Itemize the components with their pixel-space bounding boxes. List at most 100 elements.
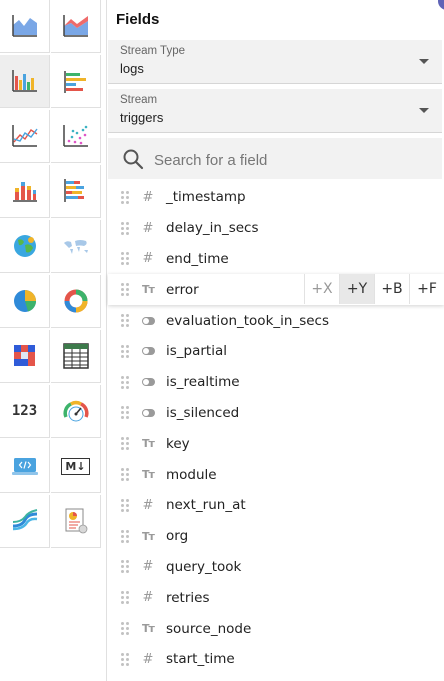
chart-type-gauge[interactable]	[51, 385, 101, 438]
drag-handle-icon[interactable]	[121, 591, 131, 605]
area-chart-icon	[11, 15, 37, 37]
text-type-icon: Tт	[142, 437, 155, 451]
add-y-button[interactable]: +Y	[339, 274, 374, 305]
chart-type-metric[interactable]: 123	[0, 385, 50, 438]
number-type-icon: #	[142, 559, 154, 575]
chart-type-html[interactable]	[0, 440, 50, 493]
area-stacked-icon	[62, 15, 88, 37]
chart-type-area[interactable]	[0, 0, 50, 53]
scatter-chart-icon	[62, 125, 88, 147]
chart-type-markdown[interactable]: M↓	[51, 440, 101, 493]
add-filter-button[interactable]: +F	[409, 274, 444, 305]
field-row[interactable]: # delay_in_secs	[108, 213, 444, 244]
chart-type-line[interactable]	[0, 110, 50, 163]
search-input[interactable]	[152, 147, 426, 173]
sankey-icon	[12, 509, 37, 531]
chart-type-h-bar[interactable]	[51, 55, 101, 108]
field-row[interactable]: Tт org	[108, 521, 444, 552]
avatar	[438, 0, 444, 10]
field-row[interactable]: # end_time	[108, 244, 444, 275]
custom-chart-icon	[65, 508, 87, 534]
field-name: source_node	[166, 620, 252, 637]
chart-type-sankey[interactable]	[0, 495, 50, 548]
drag-handle-icon[interactable]	[121, 560, 131, 574]
chart-type-geomap[interactable]	[0, 220, 50, 273]
drag-handle-icon[interactable]	[121, 468, 131, 482]
world-map-icon	[63, 240, 88, 254]
field-name: retries	[166, 589, 210, 606]
chart-type-bar[interactable]	[0, 55, 50, 108]
drag-handle-icon[interactable]	[121, 190, 131, 204]
add-breakdown-button[interactable]: +B	[374, 274, 409, 305]
chevron-down-icon	[419, 108, 429, 113]
pie-chart-icon	[13, 290, 36, 312]
stream-type-label: Stream Type	[120, 45, 185, 57]
field-name: end_time	[166, 250, 229, 267]
chart-type-table[interactable]	[51, 330, 101, 383]
text-type-icon: Tт	[142, 468, 155, 482]
field-row[interactable]: # next_run_at	[108, 490, 444, 521]
boolean-type-icon	[140, 347, 156, 356]
chart-type-custom-chart[interactable]	[51, 495, 101, 548]
chart-type-donut[interactable]	[51, 275, 101, 328]
axis-buttons: +X +Y +B +F	[304, 274, 444, 305]
chart-type-area-stacked[interactable]	[51, 0, 101, 53]
drag-handle-icon[interactable]	[121, 498, 131, 512]
field-row[interactable]: # retries	[108, 582, 444, 613]
field-name: error	[166, 281, 199, 298]
stream-select[interactable]: Stream triggers	[108, 89, 442, 133]
horizontal-stacked-icon	[63, 179, 84, 202]
number-type-icon: #	[142, 497, 154, 513]
chart-type-scatter[interactable]	[51, 110, 101, 163]
field-row[interactable]: # query_took	[108, 552, 444, 583]
drag-handle-icon[interactable]	[121, 622, 131, 636]
markdown-icon: M↓	[61, 457, 90, 475]
drag-handle-icon[interactable]	[121, 437, 131, 451]
field-row[interactable]: # start_time	[108, 644, 444, 675]
chart-type-heatmap[interactable]	[0, 330, 50, 383]
chart-type-maps[interactable]	[51, 220, 101, 273]
chart-type-h-stacked[interactable]	[51, 165, 101, 218]
number-type-icon: #	[142, 590, 154, 606]
field-row[interactable]: Tт module	[108, 459, 444, 490]
drag-handle-icon[interactable]	[121, 314, 131, 328]
boolean-type-icon	[140, 316, 156, 325]
field-row[interactable]: # _timestamp	[108, 182, 444, 213]
field-row[interactable]: Tт key	[108, 428, 444, 459]
field-name: module	[166, 466, 217, 483]
field-name: start_time	[166, 651, 235, 668]
number-type-icon: #	[142, 189, 154, 205]
stream-type-select[interactable]: Stream Type logs	[108, 40, 442, 84]
field-name: is_silenced	[166, 404, 240, 421]
text-type-icon: Tт	[142, 529, 155, 543]
search-icon	[123, 149, 144, 170]
field-row[interactable]: evaluation_took_in_secs	[108, 305, 444, 336]
field-row[interactable]: Tт source_node	[108, 613, 444, 644]
field-name: _timestamp	[166, 189, 246, 206]
drag-handle-icon[interactable]	[121, 406, 131, 420]
add-x-button[interactable]: +X	[304, 274, 339, 305]
drag-handle-icon[interactable]	[121, 344, 131, 358]
drag-handle-icon[interactable]	[121, 221, 131, 235]
gauge-icon	[63, 400, 88, 422]
drag-handle-icon[interactable]	[121, 529, 131, 543]
bar-chart-icon	[11, 70, 37, 92]
field-row[interactable]: is_realtime	[108, 367, 444, 398]
metric-text: 123	[11, 403, 38, 419]
stream-type-value: logs	[120, 61, 144, 76]
text-type-icon: Tт	[142, 622, 155, 636]
drag-handle-icon[interactable]	[121, 652, 131, 666]
chart-type-stacked[interactable]	[0, 165, 50, 218]
number-type-icon: #	[142, 251, 154, 267]
chart-type-pie[interactable]	[0, 275, 50, 328]
horizontal-bar-icon	[63, 71, 86, 93]
field-row[interactable]: is_partial	[108, 336, 444, 367]
field-row[interactable]: Tт error +X +Y +B +F	[108, 274, 444, 306]
drag-handle-icon[interactable]	[121, 283, 131, 297]
drag-handle-icon[interactable]	[121, 252, 131, 266]
stream-label: Stream	[120, 94, 158, 106]
drag-handle-icon[interactable]	[121, 375, 131, 389]
donut-chart-icon	[64, 289, 87, 313]
field-row[interactable]: is_silenced	[108, 398, 444, 429]
number-type-icon: #	[142, 651, 154, 667]
